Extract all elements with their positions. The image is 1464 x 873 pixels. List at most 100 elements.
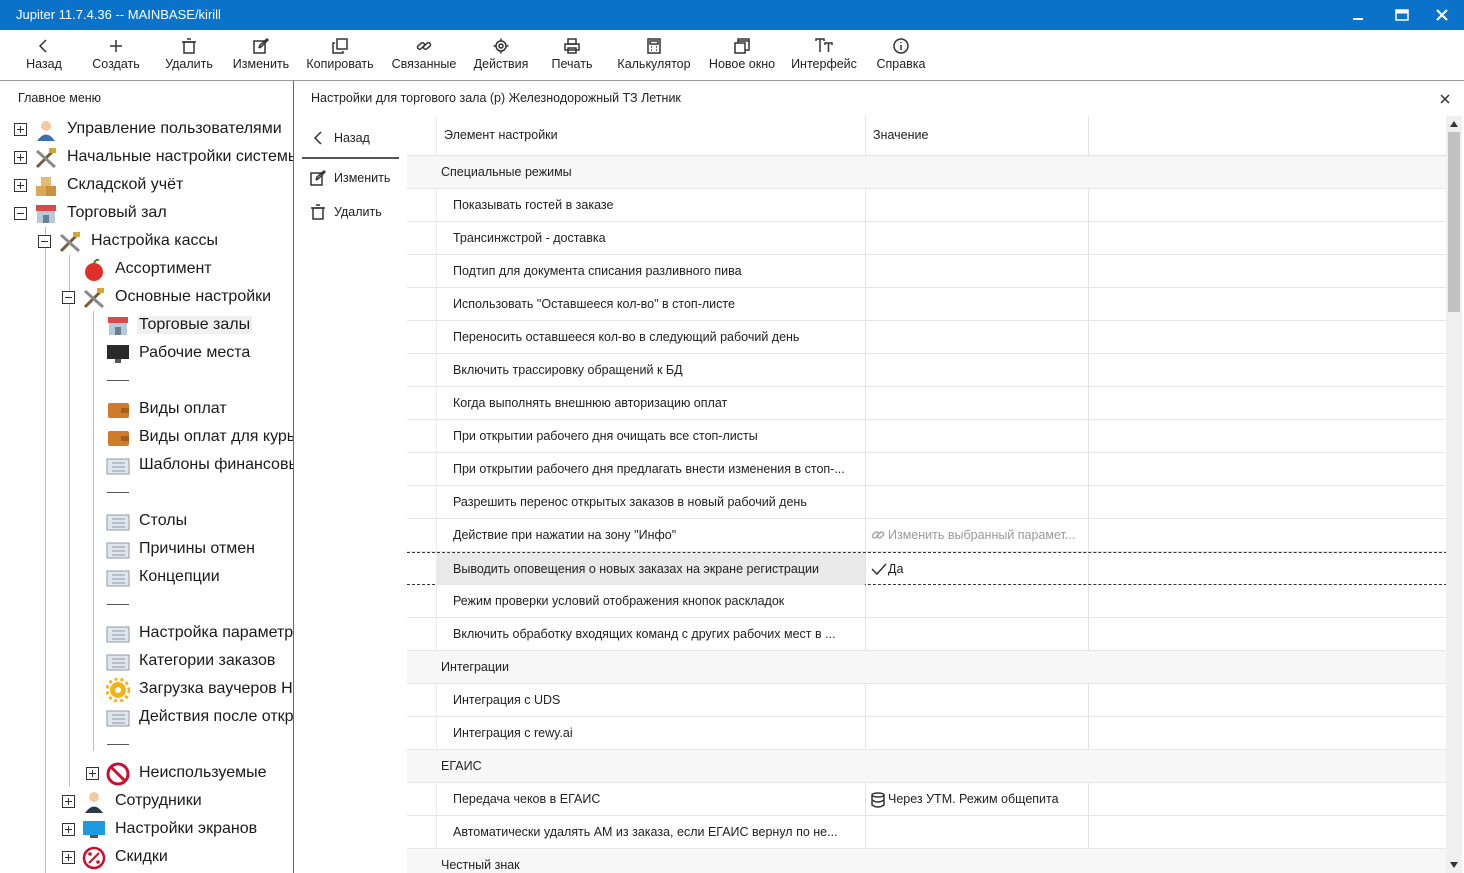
group-row[interactable]: Специальные режимы: [407, 156, 1447, 189]
row-value[interactable]: Через УТМ. Режим общепита: [868, 783, 1090, 816]
expand-icon[interactable]: [14, 151, 27, 164]
toolbar-linked-button[interactable]: Связанные: [390, 30, 458, 80]
tree-item-warehouse[interactable]: Складской учёт: [0, 172, 293, 200]
table-row[interactable]: Интеграция с rewy.ai: [407, 717, 1447, 750]
table-row[interactable]: Режим проверки условий отображения кнопо…: [407, 585, 1447, 618]
toolbar-back-button[interactable]: Назад: [24, 30, 64, 80]
table-row-selected[interactable]: Выводить оповещения о новых заказах на э…: [407, 552, 1447, 585]
scroll-up-icon: [1450, 121, 1458, 127]
expand-icon[interactable]: [62, 795, 75, 808]
table-row[interactable]: Когда выполнять внешнюю авторизацию опла…: [407, 387, 1447, 420]
tree-item-order-categories[interactable]: Категории заказов: [0, 648, 293, 676]
tree-item-label: Шаблоны финансовы: [139, 456, 294, 473]
group-row[interactable]: ЕГАИС: [407, 750, 1447, 783]
table-row[interactable]: Трансинжстрой - доставка: [407, 222, 1447, 255]
toolbar-calculator-label: Калькулятор: [617, 57, 691, 71]
minimize-button[interactable]: [1336, 0, 1380, 30]
table-row[interactable]: Включить обработку входящих команд с дру…: [407, 618, 1447, 651]
tree-item-trade-halls[interactable]: Торговые залы: [0, 312, 293, 340]
close-icon: [1440, 94, 1450, 104]
tree-item-users[interactable]: Управление пользователями: [0, 116, 293, 144]
tree-item-assortment[interactable]: Ассортимент: [0, 256, 293, 284]
tree-item-label: Концепции: [139, 568, 220, 585]
sidenav-edit-button[interactable]: Изменить: [302, 162, 400, 194]
tree-item-actions-after-open[interactable]: Действия после откр: [0, 704, 293, 732]
toolbar-new-window-button[interactable]: Новое окно: [706, 30, 778, 80]
row-value[interactable]: Изменить выбранный парамет...: [868, 519, 1090, 552]
toolbar-help-button[interactable]: Справка: [874, 30, 928, 80]
sidenav-divider: [302, 157, 399, 159]
tree-item-label: Рабочие места: [139, 344, 251, 361]
user-icon: [37, 121, 55, 141]
expand-icon[interactable]: [86, 767, 99, 780]
table-row[interactable]: При открытии рабочего дня предлагать вне…: [407, 453, 1447, 486]
tree-item-workplaces[interactable]: Рабочие места: [0, 340, 293, 368]
tree-item-unused[interactable]: Неиспользуемые: [0, 760, 293, 788]
expand-icon[interactable]: [62, 851, 75, 864]
table-row[interactable]: Переносить оставшееся кол-во в следующий…: [407, 321, 1447, 354]
group-row[interactable]: Интеграции: [407, 651, 1447, 684]
vertical-scrollbar[interactable]: [1446, 116, 1462, 873]
tree-item-concepts[interactable]: Концепции: [0, 564, 293, 592]
tree-item-screen-settings[interactable]: Настройки экранов: [0, 816, 293, 844]
tree-item-tables[interactable]: Столы: [0, 508, 293, 536]
column-header-element[interactable]: Элемент настройки: [437, 116, 865, 156]
tree-item-employees[interactable]: Сотрудники: [0, 788, 293, 816]
tree-item-payment-types[interactable]: Виды оплат: [0, 396, 293, 424]
table-row[interactable]: Подтип для документа списания разливного…: [407, 255, 1447, 288]
toolbar-interface-button[interactable]: Интерфейс: [790, 30, 858, 80]
tree-item-trade-hall[interactable]: Торговый зал: [0, 200, 293, 228]
toolbar-print-button[interactable]: Печать: [546, 30, 598, 80]
table-row[interactable]: Интеграция с UDS: [407, 684, 1447, 717]
toolbar-calculator-button[interactable]: Калькулятор: [615, 30, 693, 80]
tree-item-label: Начальные настройки системы: [67, 148, 294, 165]
boxes-icon: [36, 177, 56, 196]
tree-item-discounts[interactable]: Скидки: [0, 844, 293, 872]
tree-item-voucher-loading[interactable]: Загрузка ваучеров Н: [0, 676, 293, 704]
table-row[interactable]: Автоматически удалять АМ из заказа, если…: [407, 816, 1447, 849]
collapse-icon[interactable]: [38, 235, 51, 248]
close-panel-button[interactable]: [1440, 91, 1450, 109]
tree-item-main-settings[interactable]: Основные настройки: [0, 284, 293, 312]
tree-item-parameter-settings[interactable]: Настройка параметр: [0, 620, 293, 648]
wallet-icon: [108, 431, 129, 446]
collapse-icon[interactable]: [14, 207, 27, 220]
main-menu-panel: Главное меню Управление пользователями Н…: [0, 81, 294, 873]
column-header-value[interactable]: Значение: [866, 116, 1088, 156]
sidenav-back-label: Назад: [334, 131, 370, 145]
table-row[interactable]: Включить трассировку обращений к БД: [407, 354, 1447, 387]
tools-icon: [35, 148, 56, 169]
tree-item-initial-settings[interactable]: Начальные настройки системы: [0, 144, 294, 172]
toolbar-edit-button[interactable]: Изменить: [231, 30, 291, 80]
collapse-icon[interactable]: [62, 291, 75, 304]
tree-item-courier-payment-types[interactable]: Виды оплат для курье: [0, 424, 293, 452]
toolbar-delete-button[interactable]: Удалить: [163, 30, 215, 80]
toolbar-actions-button[interactable]: Действия: [471, 30, 531, 80]
expand-icon[interactable]: [14, 123, 27, 136]
scrollbar-thumb[interactable]: [1448, 132, 1460, 312]
table-row[interactable]: Действие при нажатии на зону "Инфо" Изме…: [407, 519, 1447, 552]
sidenav-back-button[interactable]: Назад: [302, 122, 400, 154]
row-element: Режим проверки условий отображения кнопо…: [453, 594, 785, 608]
expand-icon[interactable]: [14, 179, 27, 192]
row-element: Переносить оставшееся кол-во в следующий…: [453, 330, 800, 344]
sidenav-edit-label: Изменить: [334, 171, 391, 185]
table-row[interactable]: Передача чеков в ЕГАИС Через УТМ. Режим …: [407, 783, 1447, 816]
close-window-button[interactable]: [1420, 0, 1464, 30]
tree-item-label: Загрузка ваучеров Н: [139, 680, 293, 697]
row-value[interactable]: Да: [868, 553, 1090, 586]
table-row[interactable]: Использовать "Оставшееся кол-во" в стоп-…: [407, 288, 1447, 321]
toolbar-copy-button[interactable]: Копировать: [305, 30, 375, 80]
toolbar-create-button[interactable]: Создать: [90, 30, 142, 80]
new-window-icon: [734, 38, 750, 54]
expand-icon[interactable]: [62, 823, 75, 836]
tree-item-cashbox-settings[interactable]: Настройка кассы: [0, 228, 293, 256]
maximize-button[interactable]: [1380, 0, 1424, 30]
tree-item-financial-templates[interactable]: Шаблоны финансовы: [0, 452, 294, 480]
tree-item-cancel-reasons[interactable]: Причины отмен: [0, 536, 293, 564]
table-row[interactable]: При открытии рабочего дня очищать все ст…: [407, 420, 1447, 453]
table-row[interactable]: Разрешить перенос открытых заказов в нов…: [407, 486, 1447, 519]
sidenav-delete-button[interactable]: Удалить: [302, 196, 400, 228]
table-row[interactable]: Показывать гостей в заказе: [407, 189, 1447, 222]
group-row[interactable]: Честный знак: [407, 849, 1447, 873]
